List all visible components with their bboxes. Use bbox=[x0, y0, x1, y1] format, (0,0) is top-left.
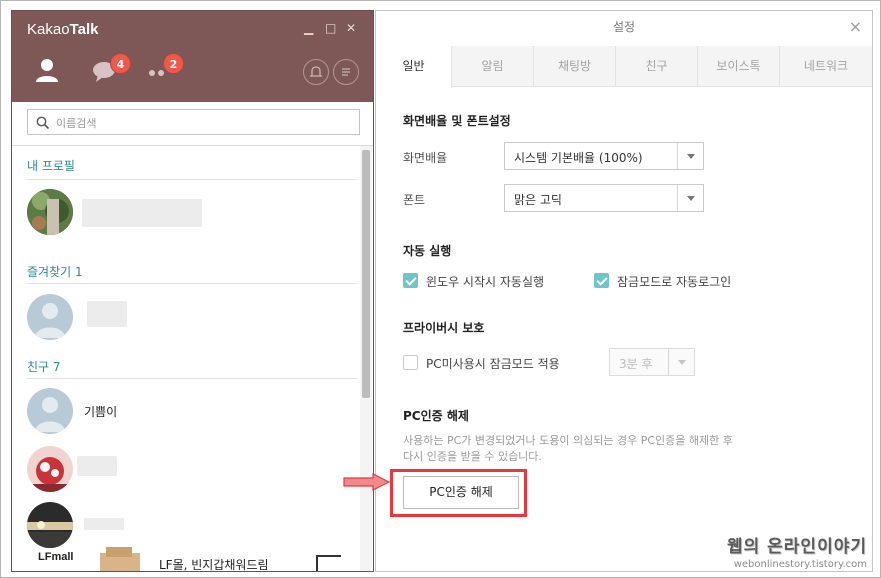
idle-lock-checkbox[interactable] bbox=[403, 355, 418, 370]
section-friends: 친구 7 bbox=[27, 360, 61, 374]
friend-list: 내 프로필 즐겨찾기 1 친구 7 기쁨이 bbox=[12, 146, 358, 571]
bell-icon bbox=[309, 66, 323, 77]
tab-chatroom[interactable]: 채팅방 bbox=[534, 46, 616, 87]
watermark-url: webonlinestory.tistory.com bbox=[733, 559, 867, 570]
app-title-regular: Kakao bbox=[27, 21, 70, 38]
kakaotalk-window: KakaoTalk ▁ □ ✕ 4 2 이름검색 내 프로필 즐겨찾기 1 친구… bbox=[11, 10, 374, 572]
search-placeholder: 이름검색 bbox=[56, 117, 97, 130]
my-profile-avatar[interactable] bbox=[27, 189, 73, 235]
ad-logo[interactable]: LFmall bbox=[38, 551, 73, 563]
font-value: 맑은 고딕 bbox=[514, 193, 562, 207]
scrollbar-thumb[interactable] bbox=[362, 150, 370, 398]
idle-lock-label[interactable]: PC미사용시 잠금모드 적용 bbox=[426, 355, 560, 372]
profile-photo bbox=[27, 502, 73, 548]
notification-button[interactable] bbox=[303, 59, 329, 85]
default-avatar-icon bbox=[35, 397, 65, 432]
section-favorites: 즐겨찾기 1 bbox=[27, 265, 83, 279]
ad-image bbox=[100, 547, 140, 571]
chevron-down-icon bbox=[668, 349, 694, 375]
kakao-header: KakaoTalk ▁ □ ✕ 4 2 bbox=[12, 11, 373, 102]
section-divider bbox=[27, 283, 357, 284]
favorite-friend-avatar[interactable] bbox=[27, 294, 73, 340]
blurred-name bbox=[87, 301, 127, 327]
privacy-heading: 프라이버시 보호 bbox=[403, 321, 485, 335]
friends-tab[interactable] bbox=[32, 55, 62, 85]
section-my-profile: 내 프로필 bbox=[27, 159, 75, 173]
scale-label: 화면배율 bbox=[403, 151, 448, 165]
close-button[interactable]: ✕ bbox=[346, 21, 356, 35]
tab-voicetalk[interactable]: 보이스톡 bbox=[698, 46, 780, 87]
pc-auth-description-2: 다시 인증을 받을 수 있습니다. bbox=[403, 450, 542, 463]
pc-auth-heading: PC인증 해제 bbox=[403, 409, 469, 423]
ad-external-icon[interactable] bbox=[315, 554, 343, 572]
arrow-right-icon bbox=[343, 473, 391, 491]
search-icon bbox=[36, 116, 50, 130]
windows-start-label[interactable]: 윈도우 시작시 자동실행 bbox=[426, 273, 544, 290]
lock-login-label[interactable]: 잠금모드로 자동로그인 bbox=[617, 273, 731, 290]
settings-title: 설정 bbox=[612, 20, 636, 34]
scale-select[interactable]: 시스템 기본배율 (100%) bbox=[504, 142, 704, 170]
default-avatar-icon bbox=[35, 303, 65, 338]
menu-button[interactable] bbox=[333, 59, 359, 85]
tab-general[interactable]: 일반 bbox=[376, 46, 452, 88]
friend-avatar[interactable] bbox=[27, 388, 73, 434]
blurred-name bbox=[84, 518, 124, 530]
profile-photo bbox=[27, 446, 73, 492]
watermark-title: 웹의 온라인이야기 bbox=[726, 537, 867, 557]
idle-time-value: 3분 후 bbox=[619, 357, 653, 371]
settings-close-button[interactable]: × bbox=[849, 17, 862, 36]
settings-window: 설정 × 일반 알림 채팅방 친구 보이스톡 네트워크 화면배율 및 폰트설정 … bbox=[375, 10, 873, 572]
person-icon bbox=[36, 59, 58, 82]
tab-notifications[interactable]: 알림 bbox=[452, 46, 534, 87]
maximize-button[interactable]: □ bbox=[325, 21, 336, 35]
lock-login-checkbox[interactable] bbox=[594, 273, 609, 288]
friend-avatar[interactable] bbox=[27, 502, 73, 548]
idle-time-select[interactable]: 3분 후 bbox=[609, 348, 695, 376]
blurred-name bbox=[77, 456, 117, 476]
search-input[interactable]: 이름검색 bbox=[27, 109, 360, 135]
chevron-down-icon bbox=[677, 185, 703, 211]
font-label: 폰트 bbox=[403, 193, 426, 207]
profile-photo bbox=[27, 189, 73, 235]
app-title: KakaoTalk bbox=[27, 21, 98, 38]
tab-friends[interactable]: 친구 bbox=[616, 46, 698, 87]
font-select[interactable]: 맑은 고딕 bbox=[504, 184, 704, 212]
pc-auth-unlock-button[interactable]: PC인증 해제 bbox=[403, 476, 519, 509]
menu-icon bbox=[342, 68, 350, 76]
friend-avatar[interactable] bbox=[27, 446, 73, 492]
chats-badge: 4 bbox=[110, 53, 131, 74]
ad-text[interactable]: LF몰, 빈지갑채워드림 bbox=[159, 556, 269, 571]
settings-tabs: 일반 알림 채팅방 친구 보이스톡 네트워크 bbox=[376, 46, 872, 88]
display-heading: 화면배율 및 폰트설정 bbox=[403, 114, 511, 128]
autorun-heading: 자동 실행 bbox=[403, 244, 452, 258]
more-badge: 2 bbox=[163, 53, 184, 74]
scale-value: 시스템 기본배율 (100%) bbox=[514, 151, 643, 165]
friend-list-scrollbar[interactable] bbox=[360, 146, 372, 571]
tab-network[interactable]: 네트워크 bbox=[780, 46, 872, 87]
friend-name[interactable]: 기쁨이 bbox=[84, 403, 117, 420]
pc-auth-description: 사용하는 PC가 변경되었거나 도용이 의심되는 경우 PC인증을 해제한 후 bbox=[403, 434, 733, 447]
minimize-button[interactable]: ▁ bbox=[304, 21, 313, 35]
windows-start-checkbox[interactable] bbox=[403, 273, 418, 288]
blurred-name bbox=[82, 199, 202, 227]
section-divider bbox=[27, 378, 357, 379]
app-title-bold: Talk bbox=[69, 21, 99, 38]
chevron-down-icon bbox=[677, 143, 703, 169]
section-divider bbox=[27, 179, 357, 180]
